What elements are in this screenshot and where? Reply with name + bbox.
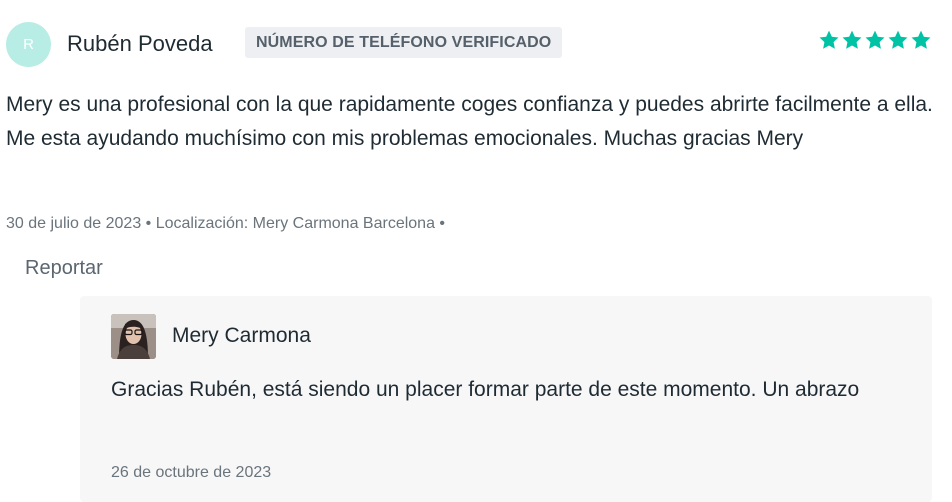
verified-badge: NÚMERO DE TELÉFONO VERIFICADO (245, 27, 563, 58)
star-icon (865, 30, 885, 49)
star-icon (842, 30, 862, 49)
rating-stars (817, 29, 932, 51)
star-icon (888, 30, 908, 49)
reply-author-name: Mery Carmona (172, 324, 311, 347)
author-initial: R (23, 36, 34, 53)
reply-date: 26 de octubre de 2023 (111, 464, 272, 481)
profile-photo-icon (111, 314, 156, 359)
author-name: Rubén Poveda (67, 31, 213, 56)
reply-text: Gracias Rubén, está siendo un placer for… (111, 378, 860, 401)
report-link[interactable]: Reportar (25, 256, 103, 280)
reply-avatar (111, 314, 156, 359)
star-icon (911, 30, 931, 49)
owner-reply: Mery Carmona Gracias Rubén, está siendo … (80, 296, 932, 502)
star-icon (819, 30, 839, 49)
author-avatar: R (6, 22, 51, 67)
review-meta: 30 de julio de 2023 • Localización: Mery… (6, 215, 446, 232)
review-card: R Rubén Poveda NÚMERO DE TELÉFONO VERIFI… (0, 0, 952, 502)
review-text: Mery es una profesional con la que rapid… (6, 93, 933, 150)
